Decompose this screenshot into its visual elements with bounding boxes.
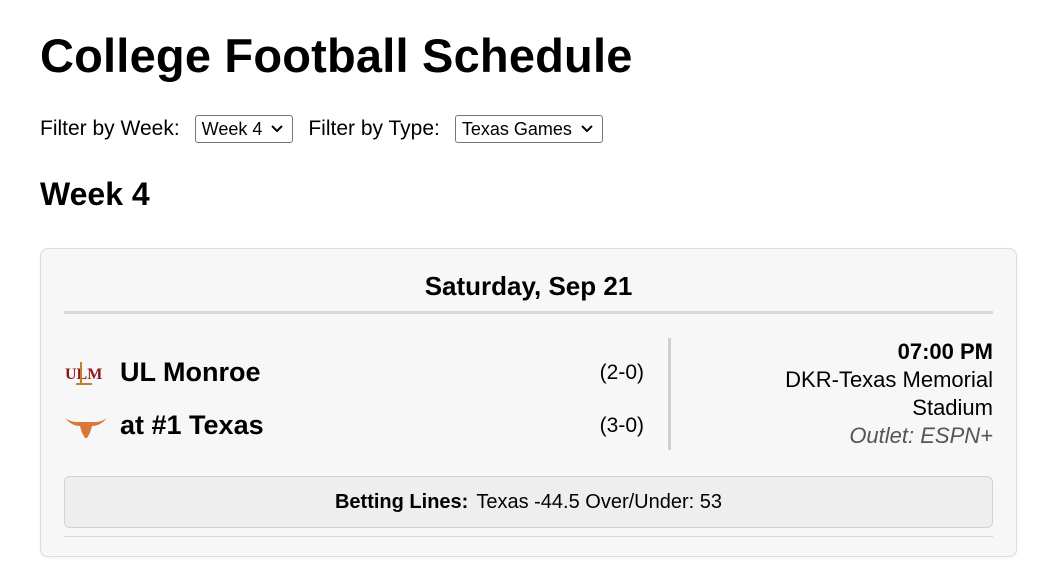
game-date: Saturday, Sep 21 <box>64 249 993 314</box>
card-divider <box>64 536 993 537</box>
away-team-name: UL Monroe <box>120 357 261 387</box>
game-card: Saturday, Sep 21 ULM UL Monroe (2-0) at … <box>40 248 1017 557</box>
tv-outlet: Outlet: ESPN+ <box>849 423 993 448</box>
ulm-logo-icon: ULM <box>64 359 108 387</box>
week-heading: Week 4 <box>40 176 150 212</box>
week-filter-value: Week 4 <box>201 118 263 139</box>
chevron-down-icon <box>271 125 284 133</box>
game-time: 07:00 PM <box>897 339 993 364</box>
week-filter-select[interactable]: Week 4 <box>194 115 294 143</box>
type-filter-value: Texas Games <box>461 118 572 139</box>
game-venue: DKR-Texas Memorial Stadium <box>785 367 993 420</box>
away-team-record: (2-0) <box>599 360 644 384</box>
home-team-record: (3-0) <box>599 413 644 437</box>
type-filter-select[interactable]: Texas Games <box>454 115 603 143</box>
chevron-down-icon <box>581 125 593 133</box>
home-team-name: at #1 Texas <box>120 410 264 440</box>
home-team-row: at #1 Texas (3-0) <box>64 399 668 452</box>
teams-column: ULM UL Monroe (2-0) at #1 Texas (3-0) <box>64 338 668 474</box>
schedule-page: College Football Schedule Filter by Week… <box>0 0 1057 557</box>
longhorn-logo-icon <box>64 412 108 440</box>
filter-bar: Filter by Week: Week 4 Filter by Type: T… <box>40 114 1017 144</box>
week-filter-label: Filter by Week: <box>40 117 180 140</box>
type-filter-label: Filter by Type: <box>308 117 440 140</box>
game-info: 07:00 PM DKR-Texas Memorial Stadium Outl… <box>671 338 993 474</box>
game-row: ULM UL Monroe (2-0) at #1 Texas (3-0) 07… <box>64 338 993 474</box>
betting-lines: Betting Lines: Texas -44.5 Over/Under: 5… <box>64 476 993 528</box>
betting-value: Texas -44.5 Over/Under: 53 <box>476 490 723 513</box>
away-team-row: ULM UL Monroe (2-0) <box>64 346 668 399</box>
betting-label: Betting Lines: <box>334 490 469 513</box>
page-title: College Football Schedule <box>40 29 633 82</box>
ulm-logo-text: ULM <box>65 366 102 383</box>
